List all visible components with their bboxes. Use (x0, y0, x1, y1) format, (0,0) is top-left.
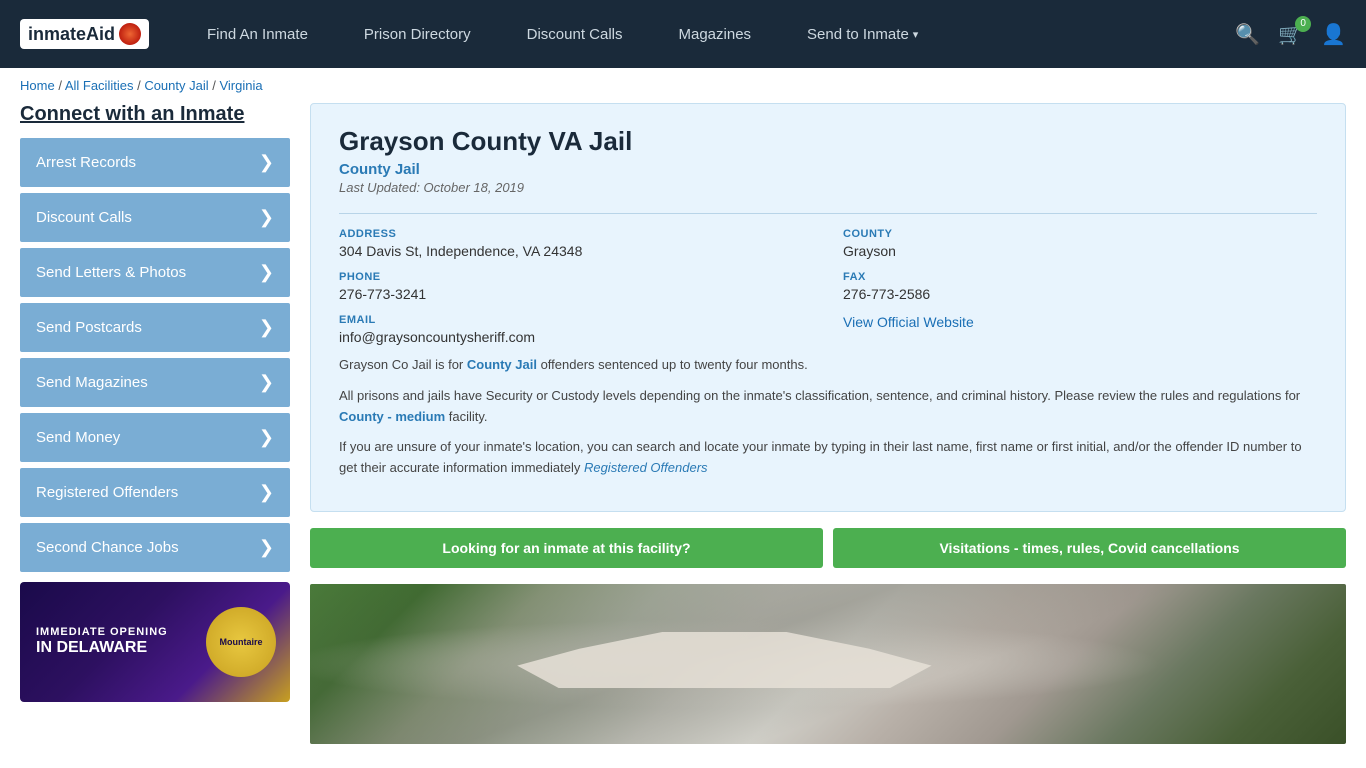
action-buttons: Looking for an inmate at this facility? … (310, 528, 1346, 568)
logo-icon (119, 23, 141, 45)
nav-magazines[interactable]: Magazines (651, 0, 780, 68)
chevron-right-icon: ❯ (259, 152, 274, 173)
nav-send-to-inmate[interactable]: Send to Inmate ▾ (779, 0, 946, 68)
fax-label: FAX (843, 271, 1317, 283)
breadcrumb-all-facilities[interactable]: All Facilities (65, 78, 134, 93)
nav-discount-calls[interactable]: Discount Calls (499, 0, 651, 68)
chevron-right-icon: ❯ (259, 427, 274, 448)
breadcrumb-virginia[interactable]: Virginia (219, 78, 262, 93)
chevron-right-icon: ❯ (259, 317, 274, 338)
main-content: Connect with an Inmate Arrest Records ❯ … (0, 103, 1366, 764)
info-phone: PHONE 276-773-3241 (339, 271, 813, 302)
desc-para-3: If you are unsure of your inmate's locat… (339, 437, 1317, 479)
visitations-button[interactable]: Visitations - times, rules, Covid cancel… (833, 528, 1346, 568)
info-address: ADDRESS 304 Davis St, Independence, VA 2… (339, 228, 813, 259)
find-inmate-button[interactable]: Looking for an inmate at this facility? (310, 528, 823, 568)
phone-label: PHONE (339, 271, 813, 283)
ad-main-text: IN DELAWARE (36, 638, 147, 657)
logo-text: inmateAid (28, 24, 115, 45)
navbar-icons: 🔍 🛒 0 👤 (1235, 22, 1346, 47)
sidebar-item-send-money[interactable]: Send Money ❯ (20, 413, 290, 462)
breadcrumb: Home / All Facilities / County Jail / Vi… (0, 68, 1366, 103)
sidebar-item-registered-offenders[interactable]: Registered Offenders ❯ (20, 468, 290, 517)
chevron-right-icon: ❯ (259, 372, 274, 393)
chevron-down-icon: ▾ (913, 28, 919, 41)
chevron-right-icon: ❯ (259, 262, 274, 283)
cart-badge: 0 (1295, 16, 1311, 32)
info-county: COUNTY Grayson (843, 228, 1317, 259)
website-link[interactable]: View Official Website (843, 314, 974, 330)
county-label: COUNTY (843, 228, 1317, 240)
email-label: EMAIL (339, 314, 813, 326)
sidebar-item-send-postcards[interactable]: Send Postcards ❯ (20, 303, 290, 352)
county-medium-link[interactable]: County - medium (339, 409, 445, 424)
facility-description: Grayson Co Jail is for County Jail offen… (339, 355, 1317, 479)
breadcrumb-county-jail[interactable]: County Jail (144, 78, 208, 93)
nav-find-inmate[interactable]: Find An Inmate (179, 0, 336, 68)
sidebar: Connect with an Inmate Arrest Records ❯ … (20, 103, 290, 744)
address-value: 304 Davis St, Independence, VA 24348 (339, 243, 813, 259)
facility-updated: Last Updated: October 18, 2019 (339, 180, 1317, 195)
ad-top-text: IMMEDIATE OPENING (36, 626, 168, 638)
info-website: View Official Website (843, 314, 1317, 345)
sidebar-item-arrest-records[interactable]: Arrest Records ❯ (20, 138, 290, 187)
chevron-right-icon: ❯ (259, 482, 274, 503)
email-value: info@graysoncountysheriff.com (339, 329, 813, 345)
address-label: ADDRESS (339, 228, 813, 240)
search-icon[interactable]: 🔍 (1235, 22, 1260, 47)
navbar: inmateAid Find An Inmate Prison Director… (0, 0, 1366, 68)
sidebar-item-send-magazines[interactable]: Send Magazines ❯ (20, 358, 290, 407)
facility-info-grid: ADDRESS 304 Davis St, Independence, VA 2… (339, 213, 1317, 345)
info-email: EMAIL info@graysoncountysheriff.com (339, 314, 813, 345)
desc-para-1: Grayson Co Jail is for County Jail offen… (339, 355, 1317, 376)
cart-icon[interactable]: 🛒 0 (1278, 22, 1303, 47)
ad-logo-badge: Mountaire (206, 607, 276, 677)
facility-card: Grayson County VA Jail County Jail Last … (310, 103, 1346, 512)
county-value: Grayson (843, 243, 1317, 259)
facility-name: Grayson County VA Jail (339, 126, 1317, 157)
sidebar-title: Connect with an Inmate (20, 103, 290, 126)
county-jail-link[interactable]: County Jail (467, 357, 537, 372)
desc-para-2: All prisons and jails have Security or C… (339, 386, 1317, 428)
sidebar-ad[interactable]: IMMEDIATE OPENING IN DELAWARE Mountaire (20, 582, 290, 702)
navbar-links: Find An Inmate Prison Directory Discount… (179, 0, 1235, 68)
logo[interactable]: inmateAid (20, 19, 149, 49)
facility-type: County Jail (339, 161, 1317, 178)
chevron-right-icon: ❯ (259, 537, 274, 558)
breadcrumb-home[interactable]: Home (20, 78, 55, 93)
chevron-right-icon: ❯ (259, 207, 274, 228)
sidebar-item-send-letters[interactable]: Send Letters & Photos ❯ (20, 248, 290, 297)
sidebar-item-discount-calls[interactable]: Discount Calls ❯ (20, 193, 290, 242)
sidebar-item-second-chance-jobs[interactable]: Second Chance Jobs ❯ (20, 523, 290, 572)
phone-value: 276-773-3241 (339, 286, 813, 302)
fax-value: 276-773-2586 (843, 286, 1317, 302)
nav-prison-directory[interactable]: Prison Directory (336, 0, 499, 68)
facility-image (310, 584, 1346, 744)
facility-content: Grayson County VA Jail County Jail Last … (310, 103, 1346, 744)
user-icon[interactable]: 👤 (1321, 22, 1346, 47)
info-fax: FAX 276-773-2586 (843, 271, 1317, 302)
registered-offenders-link[interactable]: Registered Offenders (584, 460, 708, 475)
